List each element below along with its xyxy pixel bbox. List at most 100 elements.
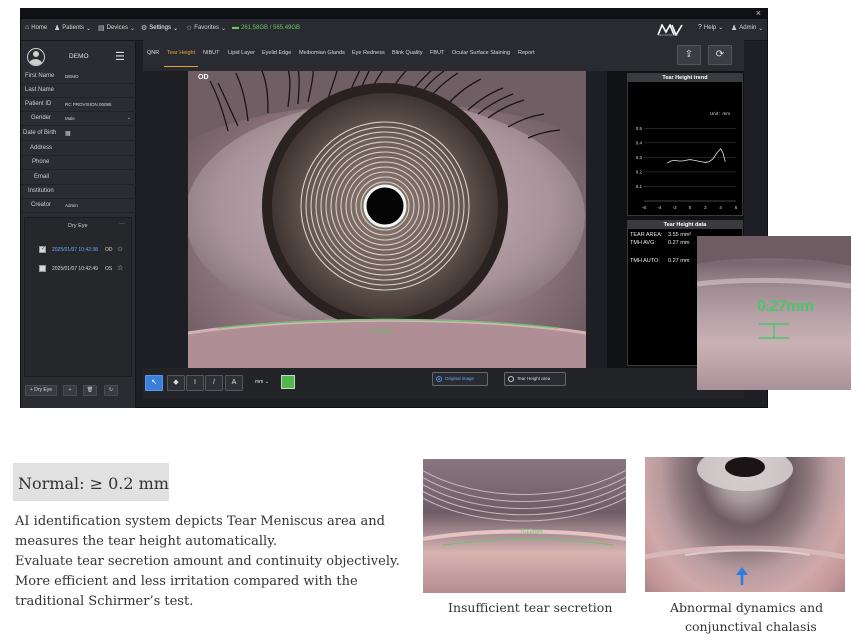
user-icon: ♟ [731,25,738,32]
original-image-option[interactable]: Original image [432,372,488,386]
select-tool-button[interactable]: ↖ [145,375,163,391]
tear-area-label: TEAR AREA: [630,232,663,238]
angle-tool-button[interactable]: A [225,375,243,391]
field-value: RC PROVISION 00095 [65,102,112,107]
trend-unit-label: Unit：mm [710,111,730,116]
record-date: 2025/01/07 10:42:38 [52,247,98,253]
field-date-of-birth[interactable]: Date of Birth ▦ [21,127,136,141]
tab-meibomian-glands[interactable]: Meibomian Glands [299,50,345,56]
nav-home-label: Home [31,24,48,31]
nav-devices[interactable]: ▤ Devices ⌄ [98,24,135,32]
chevron-down-icon: ⌄ [718,25,724,31]
field-label: First Name [25,73,55,79]
refresh-list-button[interactable]: ↻ [104,385,118,396]
nav-admin[interactable]: ♟ Admin ⌄ [731,24,763,32]
trend-chart: 0.5 0.4 0.3 0.2 0.1 -6 -4 -2 0 2 4 6 Unit：mm [636,111,738,210]
tear-height-area-option[interactable]: Tear Height area [504,372,566,386]
record-checkbox[interactable] [39,265,46,272]
insufficient-secretion-photo: 0.12mm [423,459,626,593]
nav-settings-label: Settings [149,25,171,31]
trend-y-ticks: 0.5 0.4 0.3 0.2 0.1 [636,126,643,189]
star-icon[interactable]: ☆ [117,264,123,272]
tab-blink-quality[interactable]: Blink Quality [392,50,423,56]
x-tick-label: 2 [704,205,707,210]
insufficient-secretion-image [423,469,626,546]
radio-icon [508,376,514,382]
conjunctival-chalasis-photo [645,457,845,592]
x-tick-label: -4 [657,205,661,210]
color-swatch[interactable] [281,375,295,389]
field-first-name[interactable]: First Name DEMO [21,70,136,84]
tab-lipid-layer[interactable]: Lipid Layer [228,50,255,56]
nav-help[interactable]: ? Help ⌄ [698,24,723,31]
field-address[interactable]: Address [21,142,136,156]
field-creator[interactable]: Creator Admin [21,199,136,213]
nav-settings[interactable]: ⚙ Settings ⌄ [141,24,178,32]
field-phone[interactable]: Phone [21,156,136,170]
y-tick-label: 0.5 [636,126,643,131]
close-icon[interactable]: × [756,8,761,18]
description-line: AI identification system depicts Tear Me… [15,514,385,529]
field-label: Gender [31,115,52,121]
field-label: Email [34,174,50,180]
exam-tabs: QNR Tear Height NIBUT Lipid Layer Eyelid… [143,40,744,71]
calendar-icon[interactable]: ▦ [65,130,71,137]
nav-home[interactable]: ⌂ Home [25,24,47,31]
chevron-down-icon: ⌄ [758,25,764,32]
field-last-name[interactable]: Last Name [21,84,136,98]
y-tick-label: 0.2 [636,169,643,174]
nav-devices-label: Devices [106,25,128,31]
description-line: measures the tear height automatically. [15,534,277,549]
upload-button[interactable]: ⇪ [677,45,701,65]
zoom-measurement: 0.27mm [757,298,814,315]
field-label: Date of Birth [23,130,57,136]
field-label: Address [30,145,53,151]
check-icon: ✓ [41,246,47,252]
avatar-head [32,51,39,57]
refresh-button[interactable]: ⟳ [708,45,732,65]
record-checkbox[interactable]: ✓ [39,246,46,253]
record-date: 2025/01/07 10:42:49 [52,266,98,272]
tab-tear-height[interactable]: Tear Height [167,50,195,56]
more-icon[interactable]: ··· [119,221,125,227]
tab-report[interactable]: Report [518,50,535,56]
add-dry-eye-button[interactable]: + Dry Eye [25,385,57,396]
tab-qnr[interactable]: QNR [147,50,159,56]
field-label: Creator [31,202,52,208]
tab-fbut[interactable]: FBUT [430,50,444,56]
nav-favorites[interactable]: ☆ Favorites ⌄ [186,24,226,32]
delete-button[interactable]: 🗑 [83,385,97,396]
field-label: Phone [32,159,50,165]
caption-insufficient-secretion: Insufficient tear secretion [448,600,613,615]
x-tick-label: 0 [689,205,692,210]
vertical-line-tool-button[interactable]: I [186,375,204,391]
exam-record[interactable]: 2025/01/07 10:42:49 OS ☆ [39,264,131,274]
field-label: Institution [28,188,54,194]
tear-data-title: Tear Height data [628,221,742,229]
field-gender[interactable]: Gender Male ⌄ [21,112,136,126]
field-institution[interactable]: Institution [21,185,136,199]
y-tick-label: 0.1 [636,184,643,189]
unit-select[interactable]: mm ⌄ [255,379,269,385]
chevron-down-icon: ⌄ [129,25,135,32]
help-icon: ? [698,24,702,31]
tab-eye-redness[interactable]: Eye Redness [352,50,385,56]
brand-subtitle: MAGNAMULTI [658,33,678,37]
hamburger-menu-icon[interactable]: ☰ [115,50,125,63]
x-tick-label: 6 [735,205,738,210]
y-tick-label: 0.4 [636,140,643,145]
tab-eyelid-edge[interactable]: Eyelid Edge [262,50,291,56]
tab-ocular-surface-staining[interactable]: Ocular Surface Staining [452,50,510,56]
exam-record[interactable]: ✓ 2025/01/07 10:42:38 OD ☆ [39,245,131,255]
star-icon[interactable]: ☆ [117,245,123,253]
field-patient-id[interactable]: Patient ID RC PROVISION 00095 [21,98,136,112]
eye-image-view[interactable]: OD 0.27mm [188,71,586,368]
line-tool-button[interactable]: / [205,375,223,391]
field-email[interactable]: Email [21,171,136,185]
add-button[interactable]: + [63,385,77,396]
nav-patients[interactable]: ♟ Patients ⌄ [54,24,91,32]
eraser-tool-button[interactable]: ◆ [167,375,185,391]
tear-height-area-label: Tear Height area [517,376,551,381]
eye-image [188,71,586,368]
tab-nibut[interactable]: NIBUT [203,50,220,56]
